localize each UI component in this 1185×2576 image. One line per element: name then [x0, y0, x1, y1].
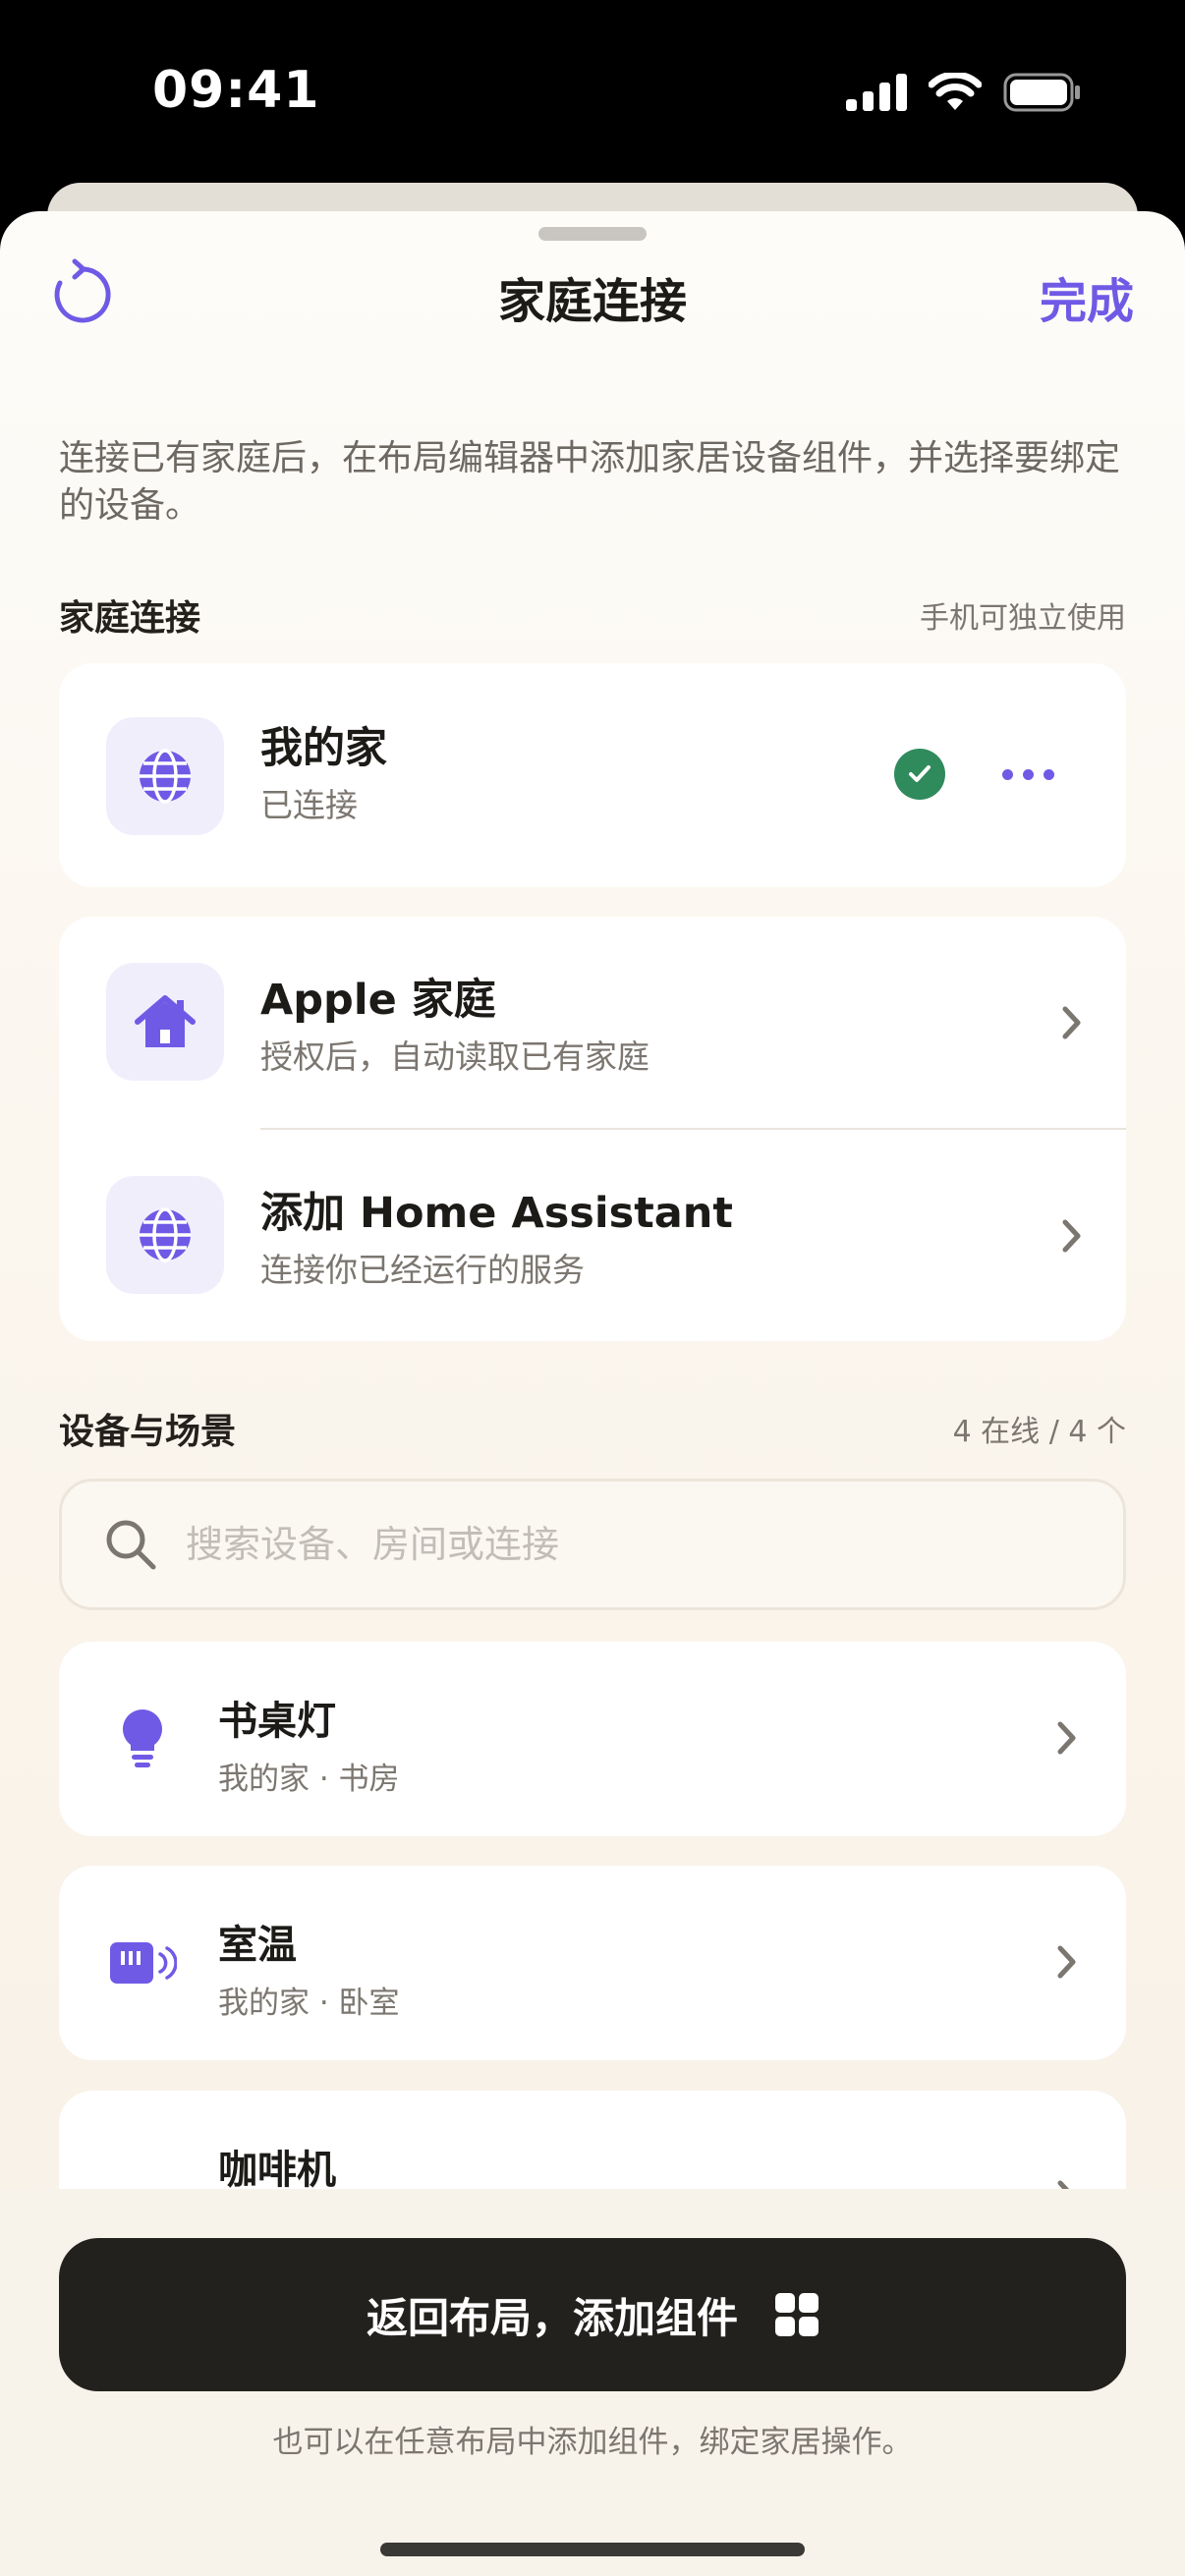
home-section-header: 家庭连接 手机可独立使用 — [59, 589, 1126, 641]
sheet-grabber[interactable] — [538, 227, 647, 241]
more-options-button[interactable] — [1002, 756, 1054, 792]
cta-label: 返回布局，添加组件 — [366, 2293, 738, 2342]
wifi-icon — [929, 73, 982, 110]
connected-check-icon — [894, 749, 945, 800]
home-section-note: 手机可独立使用 — [920, 601, 1126, 636]
home-indicator[interactable] — [380, 2543, 805, 2556]
battery-icon — [1003, 73, 1080, 112]
providers-card: Apple 家庭 授权后，自动读取已有家庭 添加 Home Assistant … — [59, 917, 1126, 1341]
device-location: 我的家 · 卧室 — [218, 1986, 400, 2021]
provider-icon-tile — [106, 1176, 224, 1294]
home-status: 已连接 — [260, 786, 358, 824]
status-icons — [846, 73, 1082, 112]
globe-icon — [140, 749, 191, 804]
chevron-right-icon — [1062, 1219, 1081, 1253]
intro-text: 连接已有家庭后，在布局编辑器中添加家居设备组件，并选择要绑定的设备。 — [59, 438, 1121, 526]
lightbulb-icon — [108, 1705, 177, 1773]
search-icon — [106, 1520, 156, 1570]
connected-home-card[interactable]: 我的家 已连接 — [59, 663, 1126, 887]
back-to-layout-button[interactable]: 返回布局，添加组件 — [59, 2238, 1126, 2391]
provider-icon-tile — [106, 963, 224, 1081]
provider-row-home-assistant[interactable]: 添加 Home Assistant 连接你已经运行的服务 — [59, 1130, 1126, 1341]
footnote: 也可以在任意布局中添加组件，绑定家居操作。 — [272, 2425, 913, 2460]
device-name: 咖啡机 — [218, 2148, 336, 2193]
provider-title: Apple 家庭 — [260, 976, 496, 1025]
bottom-action-area: 返回布局，添加组件 也可以在任意布局中添加组件，绑定家居操作。 — [0, 2189, 1185, 2576]
provider-subtitle: 授权后，自动读取已有家庭 — [260, 1037, 649, 1076]
globe-icon — [140, 1207, 191, 1262]
chevron-right-icon — [1057, 1945, 1076, 1979]
cellular-signal-icon — [846, 74, 907, 111]
device-name: 室温 — [218, 1923, 297, 1968]
status-bar: 09:41 — [0, 0, 1185, 187]
widgets-grid-icon — [775, 2293, 818, 2336]
chevron-right-icon — [1057, 1721, 1076, 1755]
provider-subtitle: 连接你已经运行的服务 — [260, 1251, 585, 1289]
device-location: 我的家 · 书房 — [218, 1762, 400, 1797]
device-card[interactable]: 室温 我的家 · 卧室 — [59, 1866, 1126, 2060]
home-name: 我的家 — [260, 724, 387, 773]
devices-section-title: 设备与场景 — [59, 1412, 237, 1452]
device-card[interactable]: 书桌灯 我的家 · 书房 — [59, 1642, 1126, 1836]
provider-row-apple-home[interactable]: Apple 家庭 授权后，自动读取已有家庭 — [59, 917, 1126, 1128]
device-search-box[interactable] — [59, 1479, 1126, 1610]
status-time: 09:41 — [152, 61, 320, 120]
search-input[interactable] — [186, 1523, 1050, 1566]
home-section-title: 家庭连接 — [59, 598, 201, 639]
home-connection-sheet: 家庭连接 完成 连接已有家庭后，在布局编辑器中添加家居设备组件，并选择要绑定的设… — [0, 211, 1185, 2576]
devices-count: 4 在线 / 4 个 — [952, 1415, 1126, 1449]
device-name: 书桌灯 — [218, 1699, 336, 1744]
home-icon-tile — [106, 717, 224, 835]
devices-section-header: 设备与场景 4 在线 / 4 个 — [59, 1403, 1126, 1454]
provider-title: 添加 Home Assistant — [260, 1189, 733, 1238]
thermostat-icon — [108, 1929, 177, 1997]
page-title: 家庭连接 — [497, 274, 687, 329]
house-icon — [135, 995, 196, 1047]
chevron-right-icon — [1062, 1006, 1081, 1039]
done-button[interactable]: 完成 — [1040, 262, 1134, 331]
